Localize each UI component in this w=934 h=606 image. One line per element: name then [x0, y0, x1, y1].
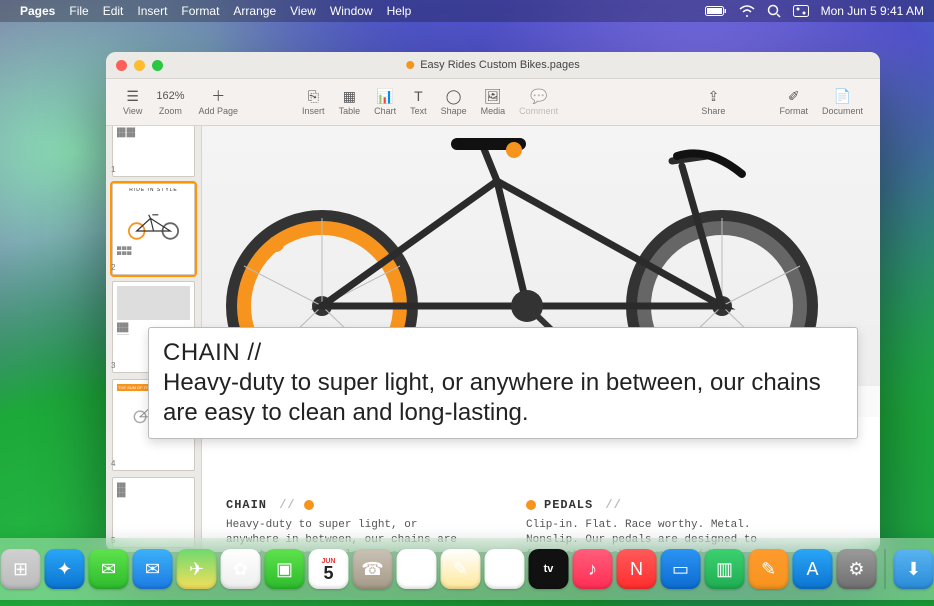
window-title: Easy Rides Custom Bikes.pages	[406, 59, 580, 71]
shape-icon: ◯	[446, 88, 462, 104]
dock-launchpad[interactable]: ⊞	[1, 549, 41, 589]
callout-dot-icon	[304, 500, 314, 510]
callout-dot-icon	[526, 500, 536, 510]
toolbar-share[interactable]: ⇪Share	[694, 88, 732, 116]
menubar: Pages File Edit Insert Format Arrange Vi…	[0, 0, 934, 22]
toolbar-shape[interactable]: ◯Shape	[434, 88, 474, 116]
menu-insert[interactable]: Insert	[137, 4, 167, 18]
sidebar-icon: ☰	[126, 88, 139, 104]
menu-file[interactable]: File	[69, 4, 88, 18]
thumbnail-page-2[interactable]: RIDE IN STYLE ██ ██ ████ ██ ██	[112, 183, 195, 275]
dock-news[interactable]: N	[617, 549, 657, 589]
brush-icon: ✐	[788, 88, 800, 104]
dock-appstore[interactable]: A	[793, 549, 833, 589]
toolbar-media[interactable]: 🖼Media	[474, 88, 513, 116]
chain-heading: CHAIN	[226, 498, 267, 512]
control-center-icon[interactable]	[793, 5, 809, 17]
window-title-text: Easy Rides Custom Bikes.pages	[420, 59, 580, 71]
dock-messages[interactable]: ✉	[89, 549, 129, 589]
toolbar: ☰View 162%Zoom ＋Add Page ⎘Insert ▦Table …	[106, 79, 880, 126]
toolbar-add-page[interactable]: ＋Add Page	[192, 88, 246, 116]
menu-arrange[interactable]: Arrange	[233, 4, 276, 18]
dock-reminders[interactable]: ≡	[397, 549, 437, 589]
menubar-right: Mon Jun 5 9:41 AM	[705, 4, 924, 18]
zoom-value: 162%	[156, 88, 184, 104]
dock-photos[interactable]: ✿	[221, 549, 261, 589]
zoom-button[interactable]	[152, 60, 163, 71]
dock-safari[interactable]: ✦	[45, 549, 85, 589]
dock-notes[interactable]: ✎	[441, 549, 481, 589]
dock-calendar[interactable]: JUN5	[309, 549, 349, 589]
dock-downloads[interactable]: ⬇	[894, 549, 934, 589]
dock-mail[interactable]: ✉	[133, 549, 173, 589]
toolbar-text[interactable]: TText	[403, 88, 434, 116]
insert-icon: ⎘	[308, 88, 319, 104]
media-icon: 🖼	[484, 88, 502, 104]
pages-window: Easy Rides Custom Bikes.pages ☰View 162%…	[106, 52, 880, 552]
text-icon: T	[414, 88, 423, 104]
menu-help[interactable]: Help	[387, 4, 412, 18]
menu-format[interactable]: Format	[181, 4, 219, 18]
menu-edit[interactable]: Edit	[103, 4, 124, 18]
toolbar-view[interactable]: ☰View	[116, 88, 149, 116]
toolbar-table[interactable]: ▦Table	[332, 88, 368, 116]
dock-freeform[interactable]: 〰	[485, 549, 525, 589]
menubar-clock[interactable]: Mon Jun 5 9:41 AM	[821, 4, 924, 18]
menu-view[interactable]: View	[290, 4, 316, 18]
wifi-icon[interactable]	[739, 5, 755, 17]
close-button[interactable]	[116, 60, 127, 71]
dock-tv[interactable]: tv	[529, 549, 569, 589]
menu-app[interactable]: Pages	[20, 4, 55, 18]
dock-pages[interactable]: ✎	[749, 549, 789, 589]
hover-text-body: Heavy-duty to super light, or anywhere i…	[163, 368, 843, 428]
chart-icon: 📊	[376, 88, 393, 104]
toolbar-comment[interactable]: 💬Comment	[512, 88, 565, 116]
dock-facetime[interactable]: ▣	[265, 549, 305, 589]
menu-window[interactable]: Window	[330, 4, 373, 18]
document-proxy-icon[interactable]	[406, 61, 414, 69]
dock-separator	[885, 549, 886, 589]
dock-numbers[interactable]: ▥	[705, 549, 745, 589]
comment-icon: 💬	[530, 88, 547, 104]
table-icon: ▦	[343, 88, 356, 104]
dock-keynote[interactable]: ▭	[661, 549, 701, 589]
dock: ☺⊞✦✉✉✈✿▣JUN5☎≡✎〰tv♪N▭▥✎A⚙⬇🗑	[0, 538, 934, 600]
titlebar[interactable]: Easy Rides Custom Bikes.pages	[106, 52, 880, 79]
thumbnail-page-1[interactable]: ███ ██████ ███	[112, 126, 195, 177]
share-icon: ⇪	[708, 88, 720, 104]
toolbar-chart[interactable]: 📊Chart	[367, 88, 403, 116]
dock-settings[interactable]: ⚙	[837, 549, 877, 589]
search-icon[interactable]	[767, 4, 781, 18]
dock-contacts[interactable]: ☎	[353, 549, 393, 589]
hover-text-overlay: CHAIN // Heavy-duty to super light, or a…	[148, 327, 858, 439]
dock-maps[interactable]: ✈	[177, 549, 217, 589]
battery-icon[interactable]	[705, 5, 727, 17]
plus-icon: ＋	[211, 88, 225, 104]
minimize-button[interactable]	[134, 60, 145, 71]
toolbar-format-inspector[interactable]: ✐Format	[772, 88, 815, 116]
pedals-heading: PEDALS	[544, 498, 593, 512]
traffic-lights	[116, 60, 163, 71]
toolbar-zoom[interactable]: 162%Zoom	[149, 88, 191, 116]
document-icon: 📄	[834, 88, 851, 104]
hover-text-title: CHAIN //	[163, 338, 843, 368]
dock-music[interactable]: ♪	[573, 549, 613, 589]
toolbar-document-inspector[interactable]: 📄Document	[815, 88, 870, 116]
toolbar-insert[interactable]: ⎘Insert	[295, 88, 332, 116]
